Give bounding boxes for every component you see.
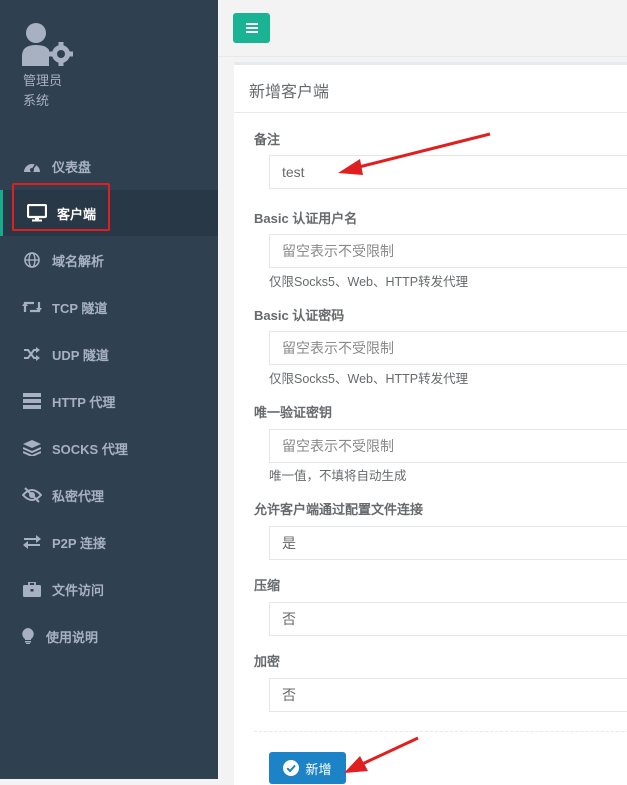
basic-pass-label: Basic 认证密码 — [254, 308, 345, 323]
hamburger-icon — [245, 23, 258, 33]
topbar — [218, 0, 627, 57]
crypt-select[interactable]: 否 — [269, 678, 627, 712]
basic-pass-input[interactable]: 留空表示不受限制 — [269, 331, 627, 365]
layers-icon — [22, 438, 42, 458]
user-cog-icon — [22, 23, 73, 66]
vkey-label: 唯一验证密钥 — [254, 405, 333, 420]
sidebar-item-label: 文件访问 — [52, 582, 105, 598]
exchange-icon — [22, 532, 42, 552]
random-icon — [22, 344, 42, 364]
vkey-help: 唯一值，不填将自动生成 — [269, 469, 407, 483]
basic-user-label: Basic 认证用户名 — [254, 211, 358, 226]
sidebar-item-files[interactable]: 文件访问 — [0, 566, 218, 612]
check-circle-icon — [283, 760, 300, 776]
sidebar-item-label: P2P 连接 — [52, 535, 106, 551]
sidebar-item-domain[interactable]: 域名解析 — [0, 237, 218, 283]
vkey-input[interactable]: 留空表示不受限制 — [269, 429, 627, 463]
divider — [254, 731, 627, 732]
sidebar-item-http[interactable]: HTTP 代理 — [0, 378, 218, 424]
basic-pass-help: 仅限Socks5、Web、HTTP转发代理 — [269, 372, 469, 386]
sidebar-item-tcp[interactable]: TCP 隧道 — [0, 284, 218, 330]
basic-user-help: 仅限Socks5、Web、HTTP转发代理 — [269, 275, 469, 289]
sidebar-item-label: UDP 隧道 — [52, 347, 109, 363]
sidebar-item-socks[interactable]: SOCKS 代理 — [0, 425, 218, 471]
sidebar-item-p2p[interactable]: P2P 连接 — [0, 519, 218, 565]
annotation-arrow — [338, 132, 491, 175]
lightbulb-icon — [18, 626, 38, 646]
server-icon — [22, 391, 42, 411]
sidebar-item-label: 使用说明 — [46, 629, 99, 645]
sidebar-item-label: SOCKS 代理 — [52, 441, 128, 457]
sidebar-item-label: HTTP 代理 — [52, 394, 116, 410]
profile-text: 管理员 系统 — [23, 71, 62, 111]
compress-select[interactable]: 否 — [269, 602, 627, 636]
globe-icon — [22, 250, 42, 270]
panel-title: 新增客户端 — [249, 84, 330, 101]
sidebar: 管理员 系统 仪表盘 客户端 域名解析 TCP 隧道 UDP 隧道 HTTP 代… — [0, 0, 218, 779]
compress-label: 压缩 — [254, 578, 281, 593]
divider — [234, 112, 627, 113]
sidebar-item-label: 域名解析 — [52, 253, 105, 269]
config-conn-label: 允许客户端通过配置文件连接 — [254, 502, 424, 517]
sidebar-item-label: 仪表盘 — [52, 159, 92, 175]
basic-user-input[interactable]: 留空表示不受限制 — [269, 234, 627, 268]
sidebar-item-label: 私密代理 — [52, 488, 105, 504]
add-button-label: 新增 — [305, 761, 332, 777]
remark-label: 备注 — [254, 132, 281, 147]
config-conn-select[interactable]: 是 — [269, 526, 627, 560]
profile-system: 系统 — [23, 93, 50, 108]
menu-toggle-button[interactable] — [233, 13, 270, 43]
sidebar-item-secret[interactable]: 私密代理 — [0, 472, 218, 518]
profile: 管理员 系统 — [22, 22, 182, 122]
add-button[interactable]: 新增 — [269, 752, 346, 784]
annotation-box — [12, 183, 110, 231]
sidebar-item-label: TCP 隧道 — [52, 300, 108, 316]
annotation-arrow — [344, 736, 419, 773]
eye-slash-icon — [22, 485, 42, 505]
dashboard-icon — [22, 156, 42, 176]
profile-role: 管理员 — [23, 73, 63, 88]
sidebar-item-help[interactable]: 使用说明 — [0, 613, 218, 659]
crypt-label: 加密 — [254, 654, 281, 669]
briefcase-icon — [22, 579, 42, 599]
sidebar-item-udp[interactable]: UDP 隧道 — [0, 331, 218, 377]
retweet-icon — [22, 297, 42, 317]
